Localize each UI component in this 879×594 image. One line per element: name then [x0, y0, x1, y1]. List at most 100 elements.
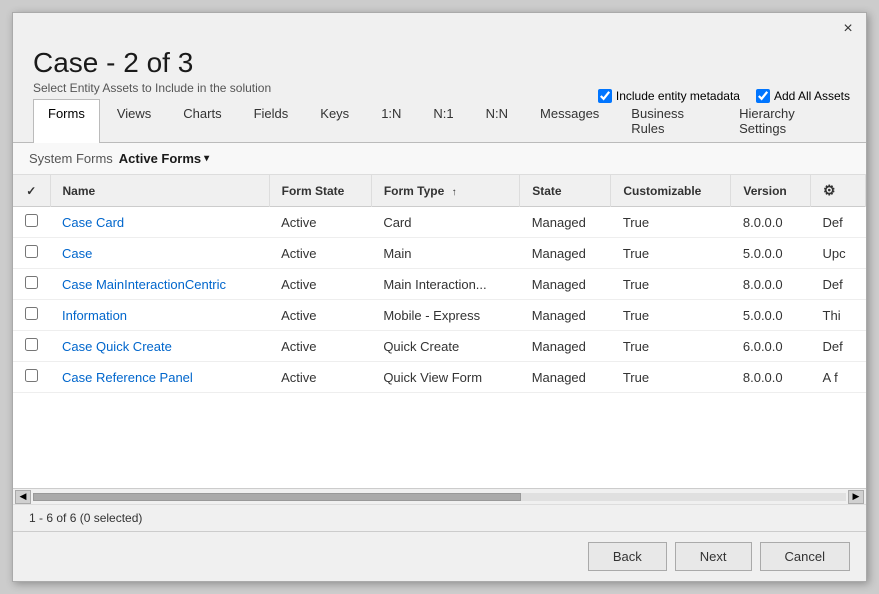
tab-keys[interactable]: Keys — [305, 99, 364, 142]
scroll-left-button[interactable]: ◀ — [15, 490, 31, 504]
system-forms-header: System Forms Active Forms ▾ — [13, 143, 866, 175]
include-metadata-checkbox[interactable] — [598, 89, 612, 103]
col-version[interactable]: Version — [731, 175, 811, 207]
row-form-type: Mobile - Express — [371, 300, 519, 331]
row-extra: Thi — [811, 300, 866, 331]
forms-table: ✓ Name Form State Form Type ↑ State Cust… — [13, 175, 866, 393]
tab-1n[interactable]: 1:N — [366, 99, 416, 142]
horizontal-scrollbar[interactable]: ◀ ▶ — [13, 488, 866, 504]
row-form-type: Main Interaction... — [371, 269, 519, 300]
row-customizable: True — [611, 269, 731, 300]
row-check[interactable] — [13, 207, 50, 238]
row-state: Managed — [520, 331, 611, 362]
row-customizable: True — [611, 362, 731, 393]
row-state: Managed — [520, 269, 611, 300]
row-checkbox[interactable] — [25, 276, 38, 289]
tab-business-rules[interactable]: Business Rules — [616, 99, 722, 142]
row-version: 8.0.0.0 — [731, 362, 811, 393]
row-version: 6.0.0.0 — [731, 331, 811, 362]
title-section: Case - 2 of 3 Select Entity Assets to In… — [13, 39, 866, 99]
table-container[interactable]: ✓ Name Form State Form Type ↑ State Cust… — [13, 175, 866, 488]
form-link[interactable]: Case Reference Panel — [62, 370, 193, 385]
row-check[interactable] — [13, 362, 50, 393]
tab-n1[interactable]: N:1 — [418, 99, 468, 142]
col-form-state[interactable]: Form State — [269, 175, 371, 207]
form-link[interactable]: Case — [62, 246, 92, 261]
close-button[interactable]: × — [838, 19, 858, 39]
next-button[interactable]: Next — [675, 542, 752, 571]
row-name: Information — [50, 300, 269, 331]
form-link[interactable]: Information — [62, 308, 127, 323]
footer: Back Next Cancel — [13, 531, 866, 581]
table-row: Case Reference Panel Active Quick View F… — [13, 362, 866, 393]
table-row: Case Active Main Managed True 5.0.0.0 Up… — [13, 238, 866, 269]
form-link[interactable]: Case Card — [62, 215, 124, 230]
scroll-right-button[interactable]: ▶ — [848, 490, 864, 504]
row-check[interactable] — [13, 331, 50, 362]
row-form-type: Card — [371, 207, 519, 238]
active-forms-dropdown[interactable]: Active Forms ▾ — [119, 151, 209, 166]
include-metadata-checkbox-group: Include entity metadata — [598, 89, 740, 103]
col-state[interactable]: State — [520, 175, 611, 207]
row-customizable: True — [611, 300, 731, 331]
dialog-header: × — [13, 13, 866, 39]
back-button[interactable]: Back — [588, 542, 667, 571]
scroll-track[interactable] — [33, 493, 846, 501]
table-row: Case Quick Create Active Quick Create Ma… — [13, 331, 866, 362]
row-checkbox[interactable] — [25, 307, 38, 320]
tab-views[interactable]: Views — [102, 99, 166, 142]
active-forms-label: Active Forms — [119, 151, 201, 166]
form-link[interactable]: Case MainInteractionCentric — [62, 277, 226, 292]
col-check: ✓ — [13, 175, 50, 207]
status-bar: 1 - 6 of 6 (0 selected) — [13, 504, 866, 531]
row-form-state: Active — [269, 362, 371, 393]
row-checkbox[interactable] — [25, 214, 38, 227]
row-customizable: True — [611, 331, 731, 362]
row-extra: Def — [811, 207, 866, 238]
chevron-down-icon: ▾ — [204, 153, 209, 164]
col-customizable[interactable]: Customizable — [611, 175, 731, 207]
add-all-assets-label: Add All Assets — [774, 89, 850, 103]
row-customizable: True — [611, 238, 731, 269]
tab-charts[interactable]: Charts — [168, 99, 236, 142]
add-all-assets-checkbox-group: Add All Assets — [756, 89, 850, 103]
status-label: 1 - 6 of 6 (0 selected) — [29, 511, 142, 525]
tab-nn[interactable]: N:N — [471, 99, 523, 142]
table-row: Case Card Active Card Managed True 8.0.0… — [13, 207, 866, 238]
page-title: Case - 2 of 3 — [33, 47, 846, 79]
tab-hierarchy-settings[interactable]: Hierarchy Settings — [724, 99, 844, 142]
row-checkbox[interactable] — [25, 245, 38, 258]
col-form-type[interactable]: Form Type ↑ — [371, 175, 519, 207]
tab-forms[interactable]: Forms — [33, 99, 100, 143]
tab-fields[interactable]: Fields — [239, 99, 304, 142]
row-check[interactable] — [13, 238, 50, 269]
row-extra: A f — [811, 362, 866, 393]
cancel-button[interactable]: Cancel — [760, 542, 850, 571]
sort-arrow-icon: ↑ — [452, 187, 457, 198]
row-form-state: Active — [269, 269, 371, 300]
tabs-bar: Forms Views Charts Fields Keys 1:N N:1 N… — [13, 99, 866, 143]
header-checkboxes: Include entity metadata Add All Assets — [598, 89, 850, 103]
col-name[interactable]: Name — [50, 175, 269, 207]
table-row: Information Active Mobile - Express Mana… — [13, 300, 866, 331]
scroll-thumb[interactable] — [33, 493, 521, 501]
row-name: Case — [50, 238, 269, 269]
row-extra: Def — [811, 269, 866, 300]
row-name: Case Card — [50, 207, 269, 238]
tab-messages[interactable]: Messages — [525, 99, 614, 142]
table-header-row: ✓ Name Form State Form Type ↑ State Cust… — [13, 175, 866, 207]
row-extra: Upc — [811, 238, 866, 269]
row-check[interactable] — [13, 269, 50, 300]
row-form-state: Active — [269, 300, 371, 331]
form-link[interactable]: Case Quick Create — [62, 339, 172, 354]
row-form-state: Active — [269, 331, 371, 362]
row-checkbox[interactable] — [25, 338, 38, 351]
row-checkbox[interactable] — [25, 369, 38, 382]
main-dialog: × Case - 2 of 3 Select Entity Assets to … — [12, 12, 867, 582]
row-check[interactable] — [13, 300, 50, 331]
row-form-type: Main — [371, 238, 519, 269]
row-version: 5.0.0.0 — [731, 238, 811, 269]
col-settings[interactable]: ⚙ — [811, 175, 866, 207]
add-all-assets-checkbox[interactable] — [756, 89, 770, 103]
row-state: Managed — [520, 300, 611, 331]
